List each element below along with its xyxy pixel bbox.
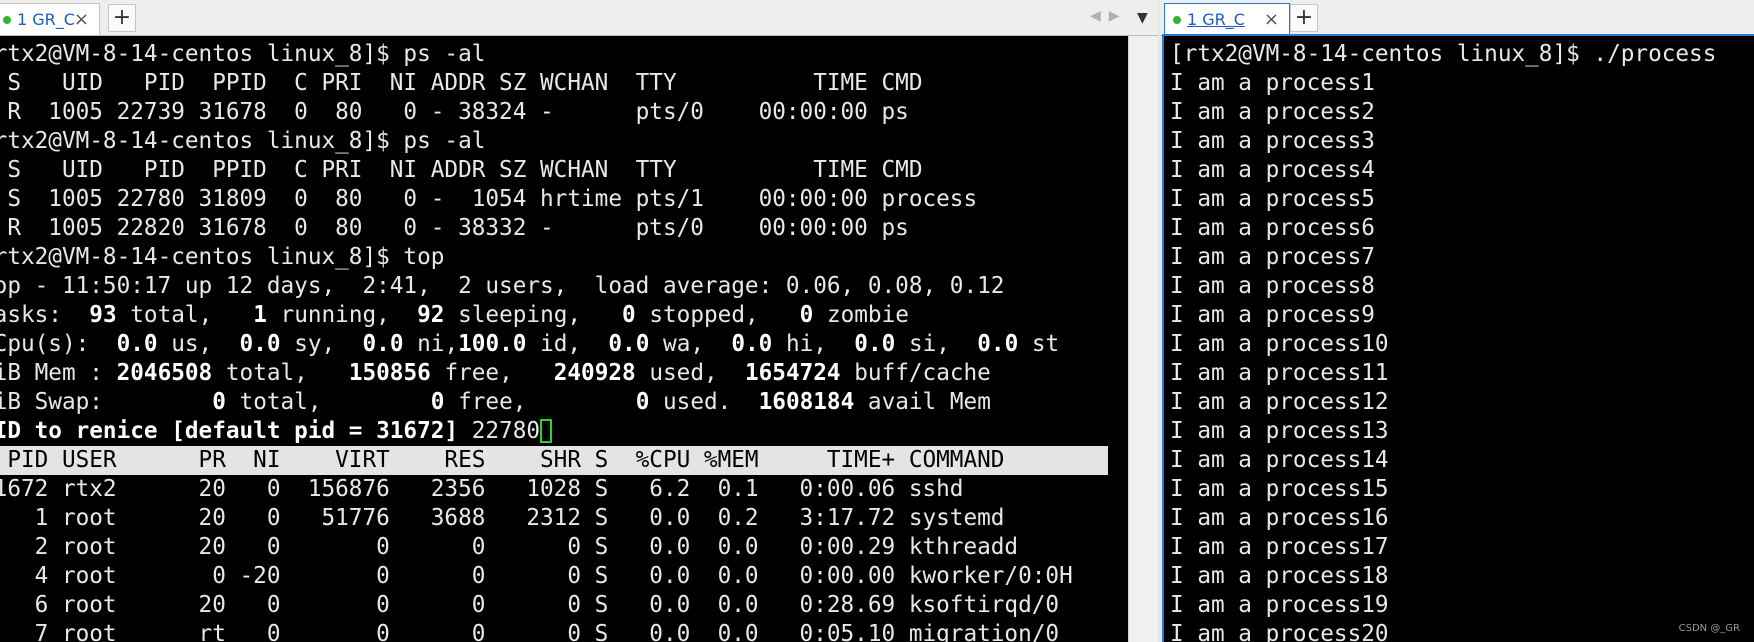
- terminal-line: F S UID PID PPID C PRI NI ADDR SZ WCHAN …: [0, 70, 923, 96]
- terminal-line: I am a process16: [1170, 505, 1389, 531]
- watermark: CSDN @_GR: [1678, 623, 1740, 634]
- tab-scroll-arrows-icon[interactable]: ◀▶: [1090, 8, 1128, 24]
- status-dot-icon: [3, 15, 11, 24]
- process-table-header: PID USER PR NI VIRT RES SHR S %CPU %MEM …: [0, 446, 1108, 475]
- table-row: 6 root 20 0 0 0 0 S 0.0 0.0 0:28.69 ksof…: [0, 592, 1060, 618]
- left-scrollbar[interactable]: [1128, 36, 1158, 642]
- tab-list-dropdown-icon[interactable]: ▼: [1137, 10, 1148, 26]
- terminal-line: I am a process20: [1170, 621, 1389, 642]
- table-row: 31672 rtx2 20 0 156876 2356 1028 S 6.2 0…: [0, 476, 964, 502]
- terminal-line: [rtx2@VM-8-14-centos linux_8]$ top: [0, 244, 445, 270]
- close-tab-icon[interactable]: ×: [1264, 9, 1279, 30]
- text-cursor: [540, 419, 553, 443]
- renice-prompt: PID to renice [default pid = 31672]: [0, 418, 472, 444]
- terminal-line: 0 R 1005 22739 31678 0 80 0 - 38324 - pt…: [0, 99, 909, 125]
- table-row: 1 root 20 0 51776 3688 2312 S 0.0 0.2 3:…: [0, 505, 1005, 531]
- terminal-line: I am a process7: [1170, 244, 1375, 270]
- terminal-line: [rtx2@VM-8-14-centos linux_8]$ ps -al: [0, 128, 486, 154]
- terminal-line: I am a process4: [1170, 157, 1375, 183]
- left-session-tab[interactable]: 1 GR_C ×: [0, 3, 100, 35]
- terminal-line: I am a process13: [1170, 418, 1389, 444]
- renice-input[interactable]: 22780: [472, 418, 540, 444]
- table-row: 7 root rt 0 0 0 0 S 0.0 0.0 0:05.10 migr…: [0, 621, 1060, 642]
- terminal-line: 0 R 1005 22820 31678 0 80 0 - 38332 - pt…: [0, 215, 909, 241]
- left-tab-bar: 1 GR_C × + ◀▶ ▼: [0, 0, 1158, 36]
- terminal-line: I am a process17: [1170, 534, 1389, 560]
- terminal-line: I am a process3: [1170, 128, 1375, 154]
- terminal-line: I am a process18: [1170, 563, 1389, 589]
- right-terminal-output[interactable]: [rtx2@VM-8-14-centos linux_8]$ ./process…: [1162, 34, 1754, 642]
- close-tab-icon[interactable]: ×: [74, 9, 89, 30]
- terminal-line: I am a process5: [1170, 186, 1375, 212]
- new-tab-button[interactable]: +: [1290, 4, 1318, 32]
- terminal-line: I am a process6: [1170, 215, 1375, 241]
- terminal-line: F S UID PID PPID C PRI NI ADDR SZ WCHAN …: [0, 157, 923, 183]
- terminal-line: 0 S 1005 22780 31809 0 80 0 - 1054 hrtim…: [0, 186, 978, 212]
- terminal-line: I am a process11: [1170, 360, 1389, 386]
- right-tab-bar: 1 GR_C × +: [1160, 0, 1754, 36]
- tab-label: 1 GR_C: [1187, 10, 1245, 29]
- terminal-line: [rtx2@VM-8-14-centos linux_8]$ ./process: [1170, 41, 1717, 67]
- terminal-line: I am a process19: [1170, 592, 1389, 618]
- right-session-tab[interactable]: 1 GR_C ×: [1164, 3, 1290, 35]
- terminal-line: I am a process14: [1170, 447, 1389, 473]
- terminal-line: I am a process15: [1170, 476, 1389, 502]
- mem-line: KiB Mem : 2046508 total, 150856 free, 24…: [0, 360, 991, 386]
- tasks-line: Tasks: 93 total, 1 running, 92 sleeping,…: [0, 302, 909, 328]
- table-row: 4 root 0 -20 0 0 0 S 0.0 0.0 0:00.00 kwo…: [0, 563, 1073, 589]
- tab-label: 1 GR_C: [17, 10, 75, 29]
- terminal-line: I am a process2: [1170, 99, 1375, 125]
- terminal-line: I am a process8: [1170, 273, 1375, 299]
- top-summary-line: top - 11:50:17 up 12 days, 2:41, 2 users…: [0, 273, 1005, 299]
- terminal-line: I am a process10: [1170, 331, 1389, 357]
- terminal-line: I am a process9: [1170, 302, 1375, 328]
- cpu-line: %Cpu(s): 0.0 us, 0.0 sy, 0.0 ni,100.0 id…: [0, 331, 1060, 357]
- swap-line: KiB Swap: 0 total, 0 free, 0 used. 16081…: [0, 389, 991, 415]
- terminal-line: I am a process12: [1170, 389, 1389, 415]
- new-tab-button[interactable]: +: [108, 4, 136, 32]
- left-terminal-output[interactable]: [rtx2@VM-8-14-centos linux_8]$ ps -al F …: [0, 36, 1128, 642]
- left-terminal-pane[interactable]: 1 GR_C × + ◀▶ ▼ [rtx2@VM-8-14-centos lin…: [0, 0, 1158, 642]
- status-dot-icon: [1173, 15, 1181, 24]
- table-row: 2 root 20 0 0 0 0 S 0.0 0.0 0:00.29 kthr…: [0, 534, 1019, 560]
- terminal-line: I am a process1: [1170, 70, 1375, 96]
- terminal-line: [rtx2@VM-8-14-centos linux_8]$ ps -al: [0, 41, 486, 67]
- right-terminal-pane[interactable]: 1 GR_C × + [rtx2@VM-8-14-centos linux_8]…: [1160, 0, 1754, 642]
